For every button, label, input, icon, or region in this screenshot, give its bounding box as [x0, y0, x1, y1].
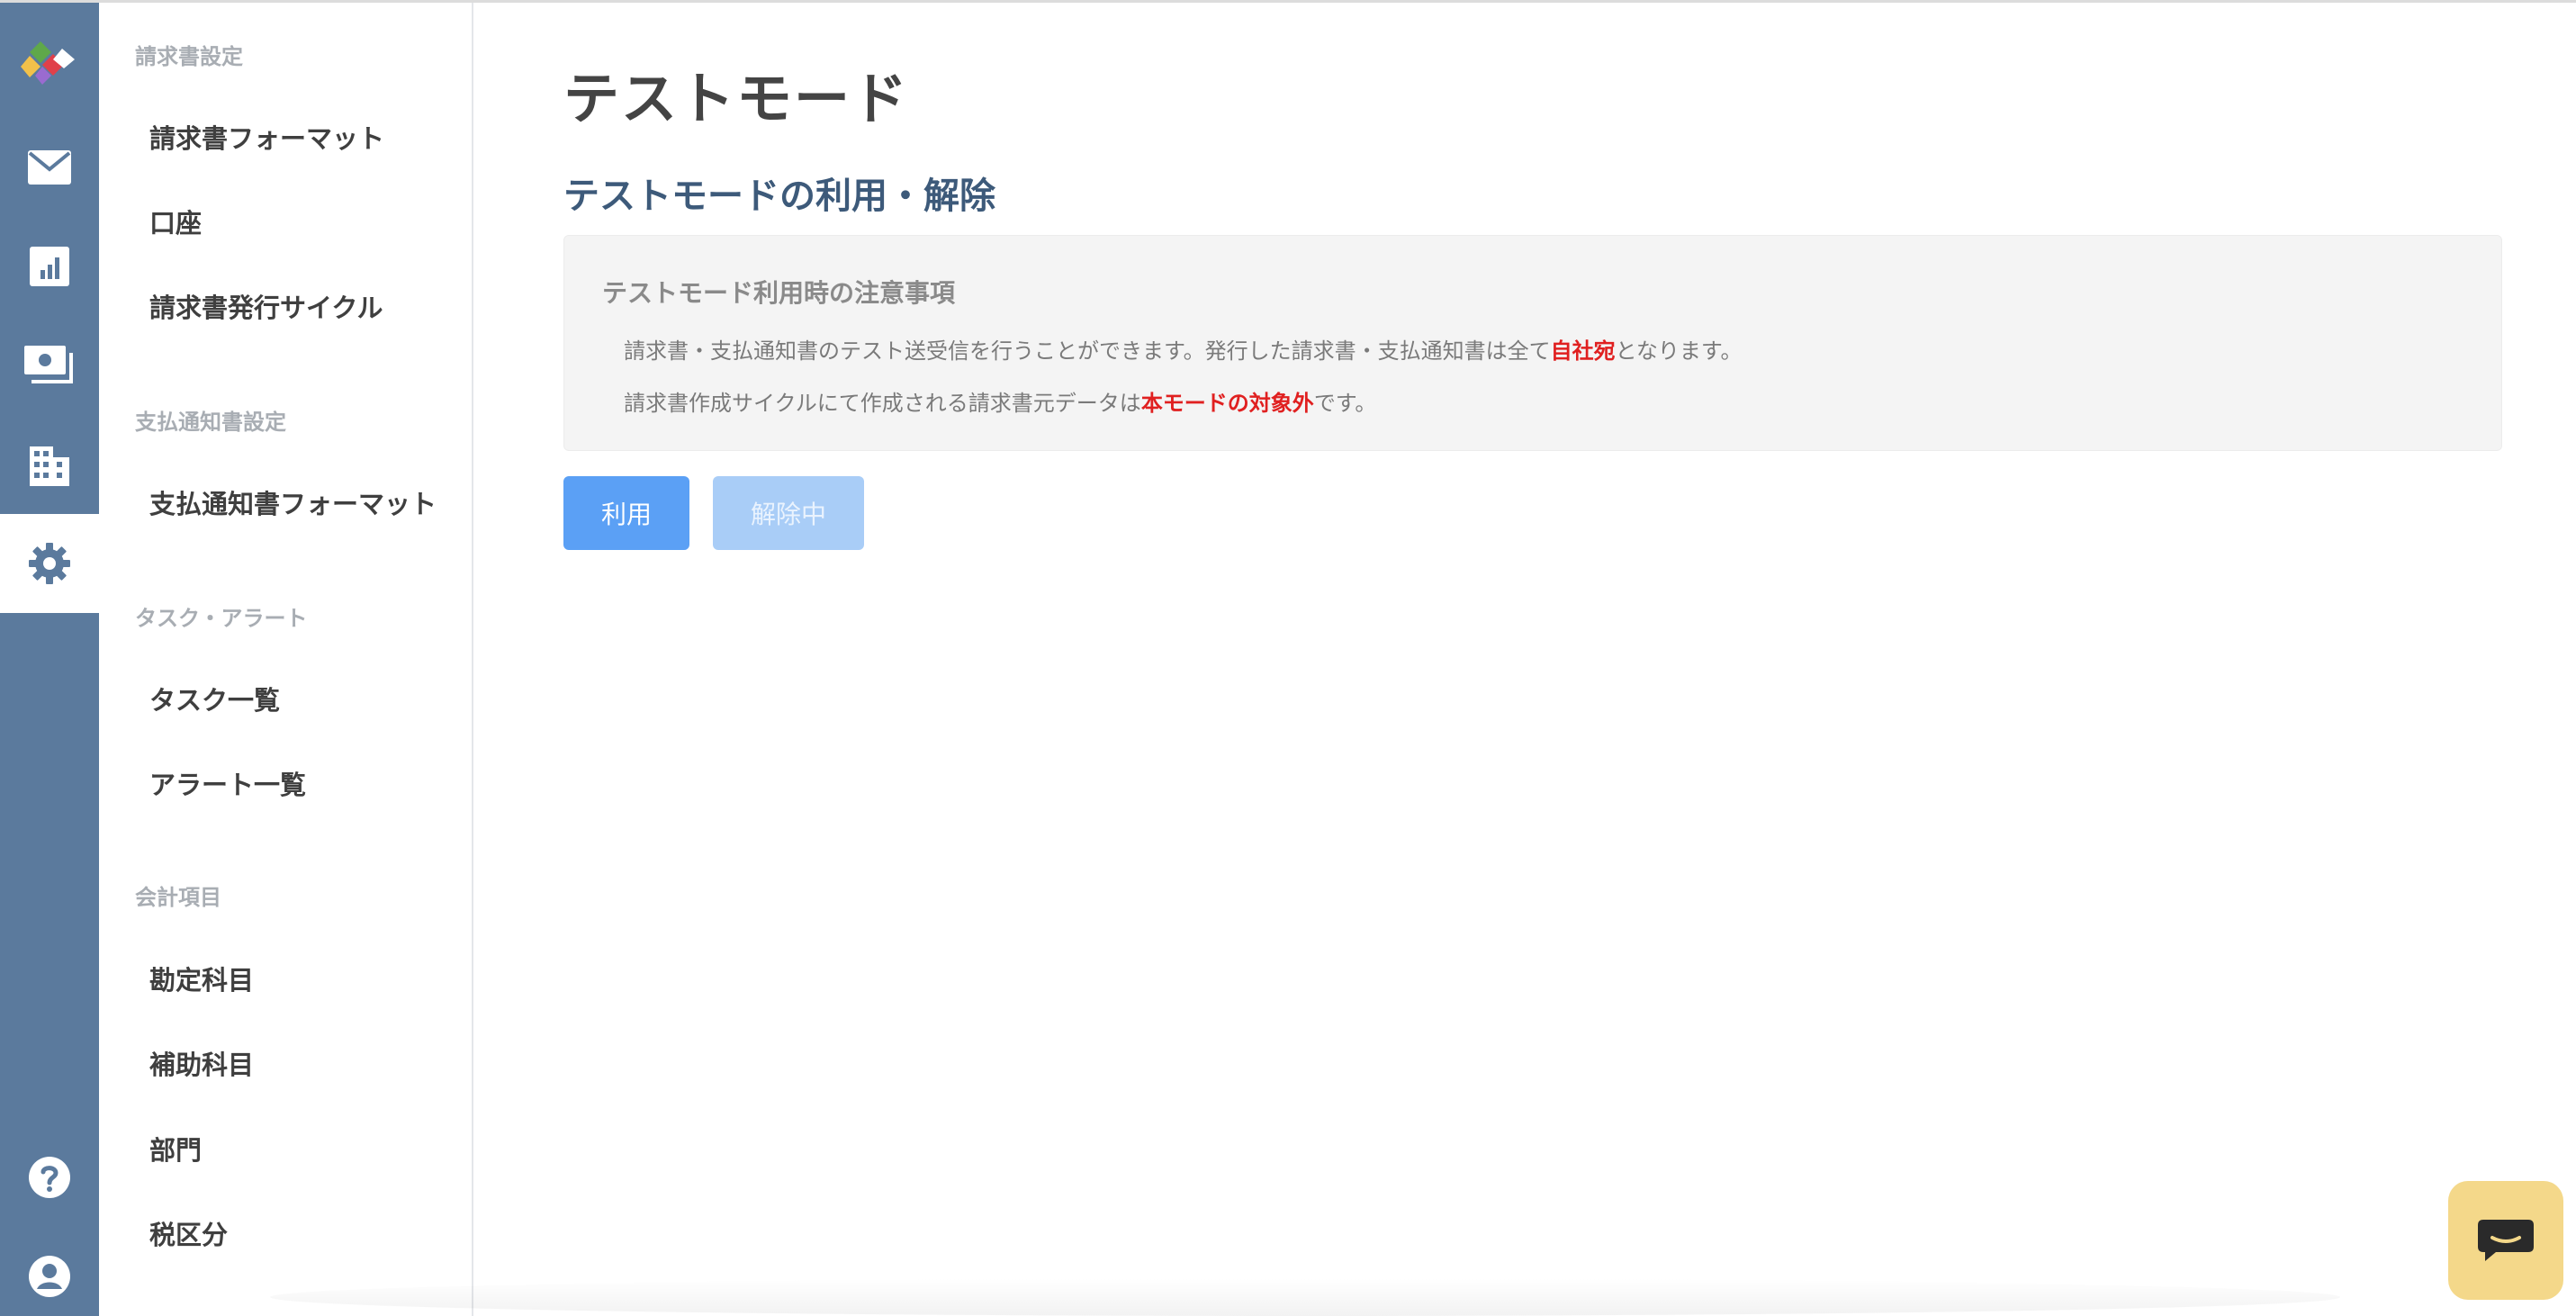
chat-icon	[2478, 1220, 2534, 1261]
notice-line-2-tail: です。	[1313, 391, 1377, 416]
notice-title: テストモード利用時の注意事項	[602, 278, 956, 308]
sidebar-item-bank-account[interactable]: 口座	[149, 203, 202, 240]
account-icon[interactable]	[0, 1227, 99, 1316]
sidebar-item-department[interactable]: 部門	[149, 1130, 202, 1167]
building-icon[interactable]	[0, 415, 99, 514]
notice-line-2-text: 請求書作成サイクルにて作成される請求書元データは	[624, 391, 1141, 416]
sidebar-item-alert-list[interactable]: アラート一覧	[149, 764, 306, 802]
sidebar-item-task-list[interactable]: タスク一覧	[149, 680, 280, 717]
sidebar-item-tax-category[interactable]: 税区分	[149, 1214, 228, 1252]
notice-line-2-highlight: 本モードの対象外	[1140, 391, 1314, 416]
sidebar-item-sub-account[interactable]: 補助科目	[149, 1044, 254, 1082]
icon-rail	[0, 3, 99, 1316]
sidebar-item-account-title[interactable]: 勘定科目	[149, 960, 254, 997]
bottom-shadow	[270, 1278, 2340, 1316]
page-title: テストモード	[563, 66, 910, 131]
section-label-invoice: 請求書設定	[135, 44, 243, 69]
sidebar-item-payment-notice-format[interactable]: 支払通知書フォーマット	[149, 483, 437, 521]
use-button[interactable]: 利用	[563, 476, 689, 550]
gear-icon[interactable]	[0, 514, 99, 613]
sidebar-item-invoice-format[interactable]: 請求書フォーマット	[149, 118, 384, 156]
logo-icon[interactable]	[0, 12, 99, 111]
help-icon[interactable]	[0, 1128, 99, 1227]
notice-line-2: 請求書作成サイクルにて作成される請求書元データは本モードの対象外です。	[624, 385, 1376, 417]
section-label-payment-notice: 支払通知書設定	[135, 410, 286, 435]
mail-icon[interactable]	[0, 118, 99, 217]
notice-line-1-highlight: 自社宛	[1550, 338, 1616, 364]
sidebar-item-invoice-cycle[interactable]: 請求書発行サイクル	[149, 287, 383, 325]
release-button[interactable]: 解除中	[713, 476, 864, 550]
settings-sidebar: 請求書設定 請求書フォーマット 口座 請求書発行サイクル 支払通知書設定 支払通…	[99, 3, 473, 1316]
notice-line-1-text: 請求書・支払通知書のテスト送受信を行うことができます。発行した請求書・支払通知書…	[624, 338, 1551, 364]
money-icon[interactable]	[0, 316, 99, 415]
notice-line-1: 請求書・支払通知書のテスト送受信を行うことができます。発行した請求書・支払通知書…	[624, 333, 1743, 365]
section-title: テストモードの利用・解除	[563, 176, 995, 217]
chat-widget-button[interactable]	[2448, 1181, 2563, 1300]
notice-box: テストモード利用時の注意事項 請求書・支払通知書のテスト送受信を行うことができま…	[563, 235, 2502, 451]
report-icon[interactable]	[0, 217, 99, 316]
section-label-task-alert: タスク・アラート	[135, 606, 308, 631]
section-label-accounting: 会計項目	[135, 885, 221, 910]
main-content: テストモード テストモードの利用・解除 テストモード利用時の注意事項 請求書・支…	[473, 3, 2576, 1316]
notice-line-1-tail: となります。	[1615, 338, 1743, 364]
app-root: 請求書設定 請求書フォーマット 口座 請求書発行サイクル 支払通知書設定 支払通…	[0, 0, 2576, 1316]
